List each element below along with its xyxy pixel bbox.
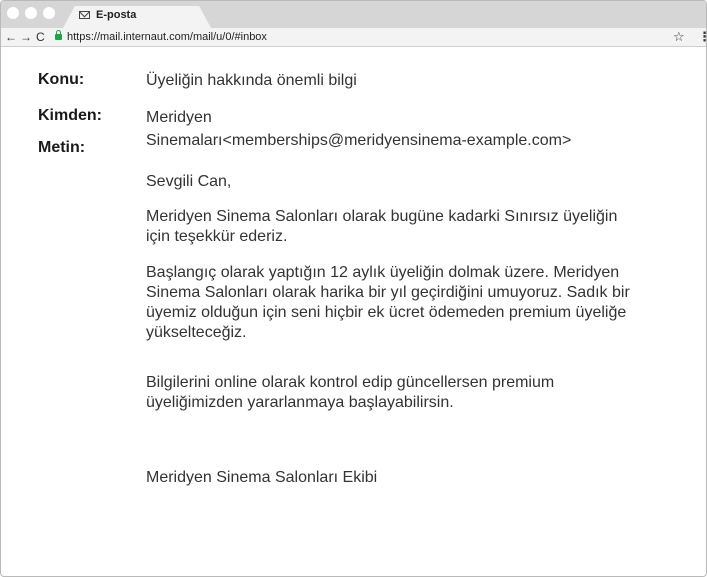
email-paragraph-1: Meridyen Sinema Salonları olarak bugüne … <box>146 208 618 245</box>
from-address: Sinemaları<memberships@meridyensinema-ex… <box>146 132 572 149</box>
browser-window: E-posta ← → C https://mail.internaut.com… <box>0 0 707 577</box>
email-signature: Meridyen Sinema Salonları Ekibi <box>146 469 378 486</box>
envelope-icon <box>79 11 90 19</box>
subject-value: Üyeliğin hakkında önemli bilgi <box>146 72 357 89</box>
subject-label: Konu: <box>38 71 85 88</box>
body-label: Metin: <box>38 139 86 156</box>
email-paragraph-3: Bilgilerini online olarak kontrol edip g… <box>146 374 555 411</box>
email-paragraph-2: Başlangıç olarak yaptığın 12 aylık üyeli… <box>146 264 630 341</box>
address-bar[interactable]: https://mail.internaut.com/mail/u/0/#inb… <box>67 31 267 43</box>
window-maximize-dot[interactable] <box>43 7 55 19</box>
reload-icon[interactable]: C <box>36 29 45 45</box>
bookmark-star-icon[interactable]: ☆ <box>673 29 685 45</box>
back-arrow-icon[interactable]: ← <box>5 29 17 45</box>
window-close-dot[interactable] <box>7 7 19 19</box>
tab-title: E-posta <box>96 9 137 21</box>
lock-icon <box>55 30 62 40</box>
menu-icon[interactable]: ⋮ <box>698 29 706 45</box>
forward-arrow-icon[interactable]: → <box>20 29 32 45</box>
email-greeting: Sevgili Can, <box>146 173 232 190</box>
window-minimize-dot[interactable] <box>25 7 37 19</box>
from-name: Meridyen <box>146 109 212 126</box>
from-label: Kimden: <box>38 107 102 124</box>
title-bar: E-posta <box>1 1 706 28</box>
